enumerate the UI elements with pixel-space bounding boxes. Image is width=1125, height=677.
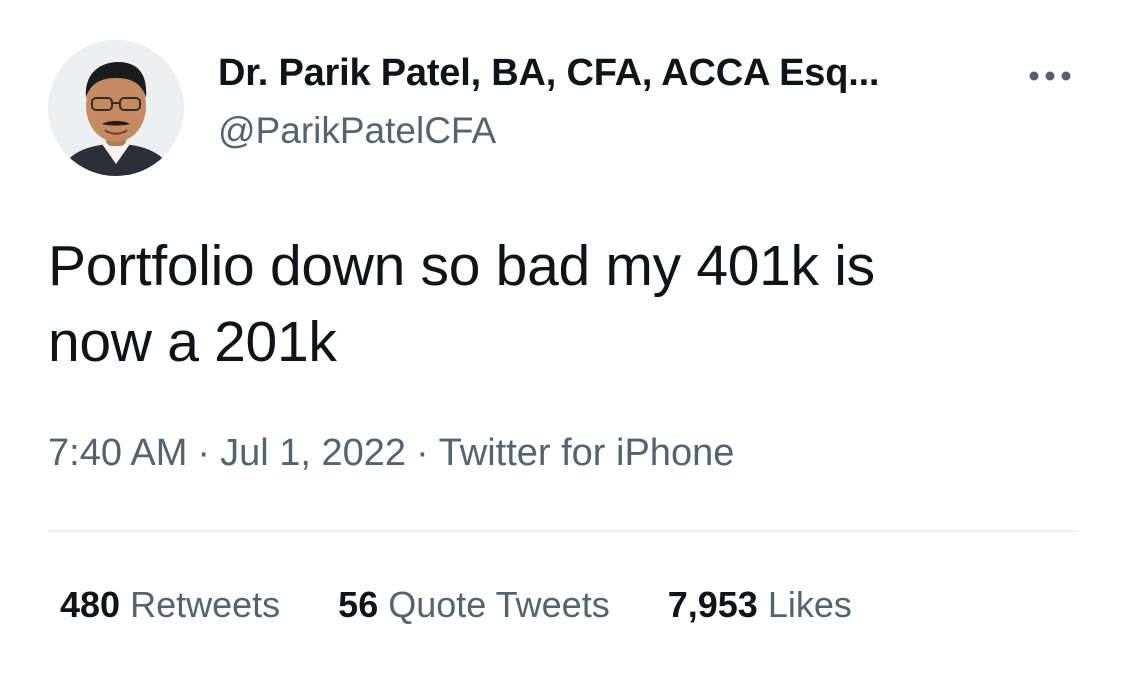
tweet-detail: Dr. Parik Patel, BA, CFA, ACCA Esq... @P… [0,0,1125,677]
likes-label: Likes [767,584,852,625]
display-name[interactable]: Dr. Parik Patel, BA, CFA, ACCA Esq... [218,52,879,95]
tweet-metadata: 7:40 AM · Jul 1, 2022 · Twitter for iPhone [48,432,734,475]
username-handle[interactable]: @ParikPatelCFA [218,110,496,152]
quote-tweets-label: Quote Tweets [388,584,610,625]
avatar[interactable] [48,40,184,176]
tweet-text-line: Portfolio down so bad my 401k is [48,234,875,298]
retweets-count: 480 [60,584,121,625]
tweet-text: Portfolio down so bad my 401k is now a 2… [48,228,1068,380]
retweets-label: Retweets [130,584,281,625]
more-options-button[interactable] [1020,58,1080,94]
tweet-source[interactable]: Twitter for iPhone [439,432,735,474]
more-horizontal-icon [1029,71,1071,81]
quote-tweets-count: 56 [338,584,379,625]
tweet-stats: 480 Retweets 56 Quote Tweets 7,953 Likes [60,584,910,626]
tweet-date[interactable]: Jul 1, 2022 [220,432,406,474]
likes-count: 7,953 [667,584,758,625]
avatar-image [48,40,184,176]
meta-separator: · [416,432,429,474]
divider [48,530,1078,532]
tweet-text-line: now a 201k [48,310,337,374]
retweets-stat[interactable]: 480 Retweets [60,584,280,626]
tweet-time[interactable]: 7:40 AM [48,432,187,474]
quote-tweets-stat[interactable]: 56 Quote Tweets [338,584,610,626]
meta-separator: · [197,432,211,474]
likes-stat[interactable]: 7,953 Likes [668,584,852,626]
